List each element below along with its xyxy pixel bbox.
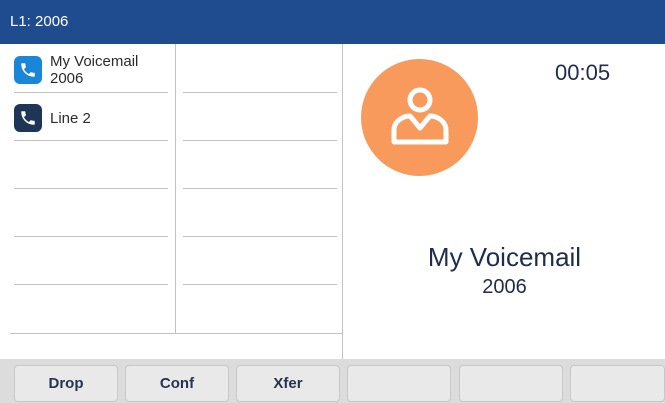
column-divider <box>175 44 176 334</box>
line-key-slot <box>14 141 168 189</box>
empty-softkey[interactable] <box>459 365 563 402</box>
line-status-label: L1: 2006 <box>10 13 69 30</box>
phone-handset-icon <box>14 56 42 84</box>
line-key-slot <box>14 189 168 237</box>
line-key-label: My Voicemail 2006 <box>50 53 138 87</box>
phone-handset-icon <box>14 104 42 132</box>
line-key-slot[interactable] <box>183 189 337 237</box>
line-key-slot[interactable] <box>183 45 337 93</box>
caller-number: 2006 <box>482 276 527 298</box>
softkey-bar: Drop Conf Xfer <box>0 359 665 403</box>
status-bar: L1: 2006 <box>0 0 665 44</box>
line-key-slot[interactable] <box>183 237 337 285</box>
empty-softkey[interactable] <box>347 365 451 402</box>
line-key-slot <box>14 237 168 285</box>
line-key-name: Line 2 <box>50 109 91 127</box>
call-info-panel: 00:05 My Voicemail 2006 <box>344 44 665 359</box>
person-avatar-icon <box>361 59 478 176</box>
line-key-my-voicemail[interactable]: My Voicemail 2006 <box>14 53 174 87</box>
line-key-name: My Voicemail <box>50 53 139 70</box>
line-key-label: Line 2 <box>50 110 91 127</box>
empty-softkey[interactable] <box>570 365 665 402</box>
caller-name: My Voicemail <box>427 242 582 272</box>
panel-divider <box>10 333 342 334</box>
xfer-softkey[interactable]: Xfer <box>236 365 340 402</box>
line-key-slot[interactable] <box>183 141 337 189</box>
line-key-line-2[interactable]: Line 2 <box>14 104 174 132</box>
line-keys-panel: My Voicemail 2006 Line 2 <box>0 44 343 359</box>
line-key-slot[interactable] <box>183 93 337 141</box>
conf-softkey[interactable]: Conf <box>125 365 229 402</box>
call-timer: 00:05 <box>555 60 611 85</box>
line-key-number: 2006 <box>50 70 84 87</box>
drop-softkey[interactable]: Drop <box>14 365 118 402</box>
